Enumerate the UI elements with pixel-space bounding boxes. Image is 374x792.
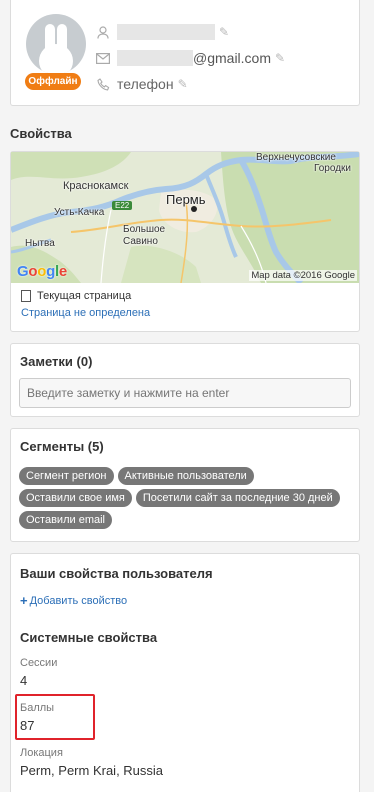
property-value: Perm, Perm Krai, Russia [20,763,164,778]
segment-tag[interactable]: Оставили email [19,511,112,529]
add-property-link[interactable]: + Добавить свойство [20,593,127,608]
current-page-row: Текущая страница [21,290,131,302]
note-input[interactable] [19,378,351,408]
avatar-head [39,44,73,74]
property-label: Локация [20,747,63,759]
property-value: 87 [20,718,35,733]
property-value: 4 [20,673,28,688]
current-page-link[interactable]: Страница не определена [21,307,150,319]
map-city-label: Усть-Качка [54,207,105,218]
segment-tags: Сегмент регион Активные пользователи Ост… [19,467,357,529]
user-properties-title: Ваши свойства пользователя [20,566,213,581]
property-label: Сессии [20,657,58,669]
map-city-label: Городки [314,163,352,174]
map-credit: Map data ©2016 Google [249,270,357,281]
avatar [26,14,86,74]
map-city-label: Пермь [166,192,206,207]
segment-tag[interactable]: Посетили сайт за последние 30 дней [135,489,340,507]
add-property-label: Добавить свойство [29,594,128,607]
phone-label: телефон [117,76,174,92]
email-redacted [117,50,193,66]
email-row[interactable]: @gmail.com ✎ [95,48,285,68]
system-properties-title: Системные свойства [20,630,158,645]
map-city-label: Верхнечусовские [256,152,336,163]
edit-email-icon[interactable]: ✎ [275,51,285,65]
google-logo: Google [17,263,67,280]
notes-title: Заметки (0) [20,354,93,369]
map[interactable]: Верхнечусовские Городки Краснокамск Перм… [11,152,359,283]
edit-name-icon[interactable]: ✎ [219,25,229,39]
notes-card: Заметки (0) [10,343,360,417]
segment-tag[interactable]: Сегмент регион [19,467,114,485]
segment-tag[interactable]: Оставили свое имя [19,489,132,507]
email-domain: @gmail.com [193,50,272,66]
segment-tag[interactable]: Активные пользователи [117,467,254,485]
map-city-label: Краснокамск [63,180,129,192]
segments-title: Сегменты (5) [20,439,104,454]
document-icon [21,290,31,302]
property-label: Баллы [20,702,55,714]
properties-title: Свойства [10,126,72,141]
user-properties-card: Ваши свойства пользователя + Добавить св… [10,553,360,792]
map-city-label: Нытва [25,238,55,249]
phone-row[interactable]: телефон ✎ [95,74,188,94]
name-row[interactable]: ✎ [95,22,229,42]
current-page-label: Текущая страница [37,290,132,302]
profile-card: Оффлайн ✎ @gmail.com ✎ телефон ✎ [10,0,360,106]
user-icon [95,25,111,39]
map-city-label: Савино [123,236,158,247]
plus-icon: + [20,593,28,608]
location-card: Верхнечусовские Городки Краснокамск Перм… [10,151,360,332]
phone-icon [95,77,111,91]
segments-card: Сегменты (5) Сегмент регион Активные пол… [10,428,360,542]
edit-phone-icon[interactable]: ✎ [178,77,188,91]
highlight-box [15,694,95,740]
envelope-icon [95,52,111,64]
map-city-label: Большое [123,224,166,235]
status-badge: Оффлайн [25,73,81,90]
road-badge: E22 [112,201,133,210]
name-redacted [117,24,215,40]
